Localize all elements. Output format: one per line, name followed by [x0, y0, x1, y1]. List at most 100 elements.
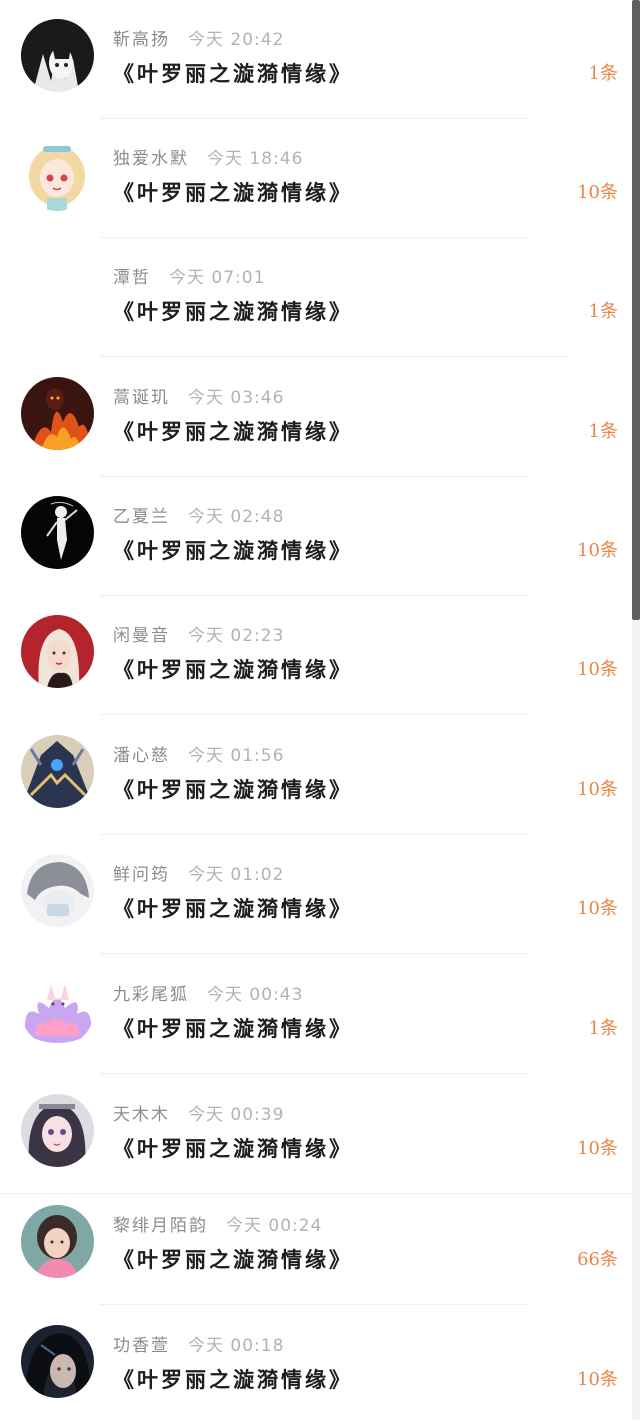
fox-avatar-icon	[21, 974, 94, 1047]
story-title[interactable]: 《叶罗丽之漩漪情缘》	[113, 1242, 353, 1278]
username[interactable]: 乙夏兰	[113, 507, 170, 527]
username[interactable]: 潭哲	[113, 268, 151, 288]
timestamp: 今天 00:18	[188, 1336, 285, 1356]
divider	[100, 1073, 530, 1074]
avatar[interactable]	[21, 1325, 94, 1398]
message-meta: 黎绯月陌韵 今天 00:24	[113, 1212, 322, 1240]
list-item[interactable]: 闲曼音 今天 02:23 《叶罗丽之漩漪情缘》 10条	[0, 596, 632, 715]
black-hair-avatar-icon	[21, 19, 94, 92]
timestamp: 今天 02:23	[188, 626, 285, 646]
message-count: 10条	[577, 659, 618, 680]
timestamp: 今天 00:24	[226, 1216, 323, 1236]
message-count: 10条	[577, 1369, 618, 1390]
avatar[interactable]	[21, 735, 94, 808]
divider	[100, 953, 530, 954]
username[interactable]: 功香萱	[113, 1336, 170, 1356]
message-count: 1条	[588, 421, 618, 442]
avatar[interactable]	[21, 19, 94, 92]
list-item[interactable]: 蒿诞玑 今天 03:46 《叶罗丽之漩漪情缘》 1条	[0, 358, 632, 477]
username[interactable]: 独爱水默	[113, 149, 189, 169]
avatar[interactable]	[21, 615, 94, 688]
username[interactable]: 蒿诞玑	[113, 388, 170, 408]
username[interactable]: 闲曼音	[113, 626, 170, 646]
message-meta: 独爱水默 今天 18:46	[113, 145, 303, 173]
timestamp: 今天 00:43	[207, 985, 304, 1005]
message-meta: 闲曼音 今天 02:23	[113, 622, 284, 650]
avatar[interactable]	[21, 496, 94, 569]
username[interactable]: 九彩尾狐	[113, 985, 189, 1005]
list-item[interactable]: 乙夏兰 今天 02:48 《叶罗丽之漩漪情缘》 10条	[0, 477, 632, 596]
list-item[interactable]: 鲜问筠 今天 01:02 《叶罗丽之漩漪情缘》 10条	[0, 835, 632, 954]
list-item[interactable]: 黎绯月陌韵 今天 00:24 《叶罗丽之漩漪情缘》 66条	[0, 1186, 632, 1305]
divider	[100, 714, 530, 715]
story-title[interactable]: 《叶罗丽之漩漪情缘》	[113, 56, 353, 92]
username[interactable]: 天木木	[113, 1105, 170, 1125]
username[interactable]: 潘心慈	[113, 746, 170, 766]
list-item[interactable]: 功香萱 今天 00:18 《叶罗丽之漩漪情缘》 10条	[0, 1306, 632, 1425]
timestamp: 今天 01:02	[188, 865, 285, 885]
message-meta: 蒿诞玑 今天 03:46	[113, 384, 284, 412]
message-meta: 潭哲 今天 07:01	[113, 264, 265, 292]
white-figure-avatar-icon	[21, 496, 94, 569]
message-count: 1条	[588, 1018, 618, 1039]
divider	[100, 1304, 530, 1305]
robot-avatar-icon	[21, 735, 94, 808]
dark-hair-avatar-icon	[21, 1325, 94, 1398]
timestamp: 今天 03:46	[188, 388, 285, 408]
message-meta: 鲜问筠 今天 01:02	[113, 861, 284, 889]
avatar[interactable]	[21, 1094, 94, 1167]
avatar[interactable]	[21, 1205, 94, 1278]
avatar[interactable]	[21, 974, 94, 1047]
list-item[interactable]: 潭哲 今天 07:01 《叶罗丽之漩漪情缘》 1条	[0, 238, 632, 357]
message-count: 1条	[588, 63, 618, 84]
blonde-girl-avatar-icon	[21, 138, 94, 211]
scrollbar-thumb[interactable]	[632, 0, 640, 620]
message-count: 10条	[577, 898, 618, 919]
message-list: 靳高扬 今天 20:42 《叶罗丽之漩漪情缘》 1条 独爱水默 今天 18:46 《…	[0, 0, 632, 1420]
message-meta: 九彩尾狐 今天 00:43	[113, 981, 303, 1009]
avatar[interactable]	[21, 377, 94, 450]
story-title[interactable]: 《叶罗丽之漩漪情缘》	[113, 652, 353, 688]
timestamp: 今天 18:46	[207, 149, 304, 169]
username[interactable]: 靳高扬	[113, 30, 170, 50]
timestamp: 今天 01:56	[188, 746, 285, 766]
list-item[interactable]: 潘心慈 今天 01:56 《叶罗丽之漩漪情缘》 10条	[0, 716, 632, 835]
fire-figure-avatar-icon	[21, 377, 94, 450]
username[interactable]: 黎绯月陌韵	[113, 1216, 208, 1236]
message-meta: 靳高扬 今天 20:42	[113, 26, 284, 54]
message-count: 10条	[577, 779, 618, 800]
story-title[interactable]: 《叶罗丽之漩漪情缘》	[113, 1131, 353, 1167]
timestamp: 今天 02:48	[188, 507, 285, 527]
message-count: 1条	[588, 301, 618, 322]
message-count: 10条	[577, 540, 618, 561]
story-title[interactable]: 《叶罗丽之漩漪情缘》	[113, 1011, 353, 1047]
child-avatar-icon	[21, 1205, 94, 1278]
username[interactable]: 鲜问筠	[113, 865, 170, 885]
list-item[interactable]: 九彩尾狐 今天 00:43 《叶罗丽之漩漪情缘》 1条	[0, 955, 632, 1074]
message-meta: 乙夏兰 今天 02:48	[113, 503, 284, 531]
avatar[interactable]	[21, 854, 94, 927]
divider	[100, 356, 570, 357]
story-title[interactable]: 《叶罗丽之漩漪情缘》	[113, 414, 353, 450]
anime-girl-avatar-icon	[21, 1094, 94, 1167]
list-item[interactable]: 独爱水默 今天 18:46 《叶罗丽之漩漪情缘》 10条	[0, 119, 632, 238]
message-meta: 天木木 今天 00:39	[113, 1101, 284, 1129]
list-item[interactable]: 天木木 今天 00:39 《叶罗丽之漩漪情缘》 10条	[0, 1075, 632, 1194]
story-title[interactable]: 《叶罗丽之漩漪情缘》	[113, 175, 353, 211]
message-meta: 潘心慈 今天 01:56	[113, 742, 284, 770]
story-title[interactable]: 《叶罗丽之漩漪情缘》	[113, 294, 353, 330]
message-count: 10条	[577, 1138, 618, 1159]
timestamp: 今天 00:39	[188, 1105, 285, 1125]
list-item[interactable]: 靳高扬 今天 20:42 《叶罗丽之漩漪情缘》 1条	[0, 0, 632, 119]
message-count: 10条	[577, 182, 618, 203]
story-title[interactable]: 《叶罗丽之漩漪情缘》	[113, 772, 353, 808]
story-title[interactable]: 《叶罗丽之漩漪情缘》	[113, 1362, 353, 1398]
message-count: 66条	[577, 1249, 618, 1270]
avatar[interactable]	[21, 138, 94, 211]
story-title[interactable]: 《叶罗丽之漩漪情缘》	[113, 891, 353, 927]
timestamp: 今天 07:01	[169, 268, 266, 288]
message-meta: 功香萱 今天 00:18	[113, 1332, 284, 1360]
timestamp: 今天 20:42	[188, 30, 285, 50]
red-girl-avatar-icon	[21, 615, 94, 688]
story-title[interactable]: 《叶罗丽之漩漪情缘》	[113, 533, 353, 569]
